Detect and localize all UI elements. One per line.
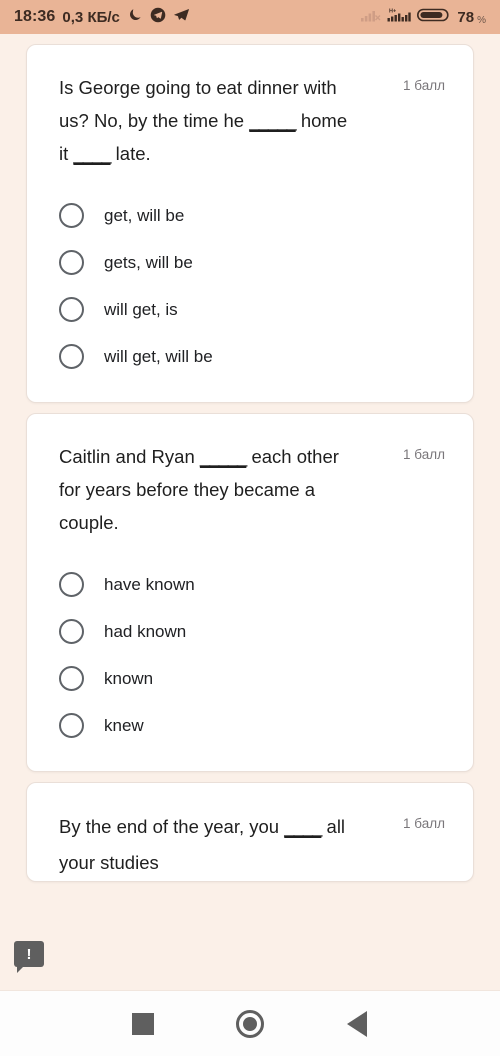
option-label: will get, will be — [104, 346, 213, 366]
battery-icon — [417, 6, 451, 29]
recents-square-icon — [132, 1012, 155, 1035]
phone-screen: 18:36 0,3 КБ/c H+ 78 % Is George going t… — [0, 0, 500, 1056]
status-bar-left: 18:36 0,3 КБ/c — [14, 7, 190, 28]
percent-symbol: % — [477, 14, 486, 26]
home-circle-icon — [235, 1009, 264, 1038]
status-bar-right: H+ 78 % — [361, 6, 486, 29]
option-row[interactable]: have known — [59, 561, 449, 608]
options-list: have known had known known knew — [59, 561, 449, 749]
option-label: knew — [104, 715, 144, 735]
radio-button-icon[interactable] — [59, 203, 84, 228]
option-row[interactable]: gets, will be — [59, 239, 449, 286]
radio-button-icon[interactable] — [59, 297, 84, 322]
moon-icon — [127, 7, 143, 28]
status-bar-clock: 18:36 — [14, 8, 56, 25]
option-row[interactable]: will get, will be — [59, 333, 449, 380]
back-triangle-icon — [346, 1010, 367, 1037]
option-row[interactable]: will get, is — [59, 286, 449, 333]
radio-button-icon[interactable] — [59, 666, 84, 691]
radio-button-icon[interactable] — [59, 250, 84, 275]
status-bar: 18:36 0,3 КБ/c H+ 78 % — [0, 0, 500, 34]
status-bar-data-rate: 0,3 КБ/c — [62, 8, 120, 26]
question-text: Is George going to eat dinner with us? N… — [59, 77, 348, 164]
question-card: By the end of the year, you ____ all you… — [26, 782, 474, 882]
option-row[interactable]: knew — [59, 702, 449, 749]
radio-button-icon[interactable] — [59, 344, 84, 369]
answer-blank: ____ — [284, 816, 322, 837]
radio-button-icon[interactable] — [59, 713, 84, 738]
question-points: 1 балл — [403, 78, 445, 93]
option-label: had known — [104, 621, 187, 641]
answer-blank: _____ — [249, 110, 296, 131]
radio-button-icon[interactable] — [59, 572, 84, 597]
option-row[interactable]: known — [59, 655, 449, 702]
option-label: known — [104, 668, 154, 688]
question-card: Caitlin and Ryan _____ each other for ye… — [26, 413, 474, 772]
option-label: gets, will be — [104, 252, 193, 272]
answer-blank: ____ — [73, 143, 111, 164]
question-text: Caitlin and Ryan _____ each other for ye… — [59, 446, 339, 533]
option-row[interactable]: had known — [59, 608, 449, 655]
question-card: Is George going to eat dinner with us? N… — [26, 44, 474, 403]
telegram-circle-icon — [150, 7, 166, 28]
option-label: will get, is — [104, 299, 178, 319]
home-button[interactable] — [220, 1002, 280, 1046]
option-row[interactable]: get, will be — [59, 192, 449, 239]
answer-blank: _____ — [199, 446, 247, 467]
option-label: have known — [104, 574, 195, 594]
signal-no-service-icon — [361, 7, 381, 28]
question-points: 1 балл — [403, 447, 445, 462]
question-points: 1 балл — [403, 816, 445, 831]
question-text: By the end of the year, you ____ all you… — [59, 816, 346, 873]
question-header: By the end of the year, you ____ all you… — [59, 809, 449, 881]
question-header: Is George going to eat dinner with us? N… — [59, 71, 449, 170]
network-type-label: H+ — [389, 8, 396, 14]
option-label: get, will be — [104, 205, 185, 225]
options-list: get, will be gets, will be will get, is … — [59, 192, 449, 380]
warning-tooltip-icon[interactable]: ! — [14, 941, 44, 973]
back-button[interactable] — [327, 1002, 387, 1046]
battery-percent-label: 78 — [457, 8, 475, 26]
radio-button-icon[interactable] — [59, 619, 84, 644]
paper-plane-icon — [173, 7, 190, 28]
question-header: Caitlin and Ryan _____ each other for ye… — [59, 440, 449, 539]
signal-bars-icon: H+ — [387, 7, 412, 28]
recents-button[interactable] — [113, 1002, 173, 1046]
android-navigation-bar — [0, 990, 500, 1056]
warning-tooltip-glyph: ! — [26, 945, 32, 963]
quiz-scroll-area[interactable]: Is George going to eat dinner with us? N… — [0, 34, 500, 990]
